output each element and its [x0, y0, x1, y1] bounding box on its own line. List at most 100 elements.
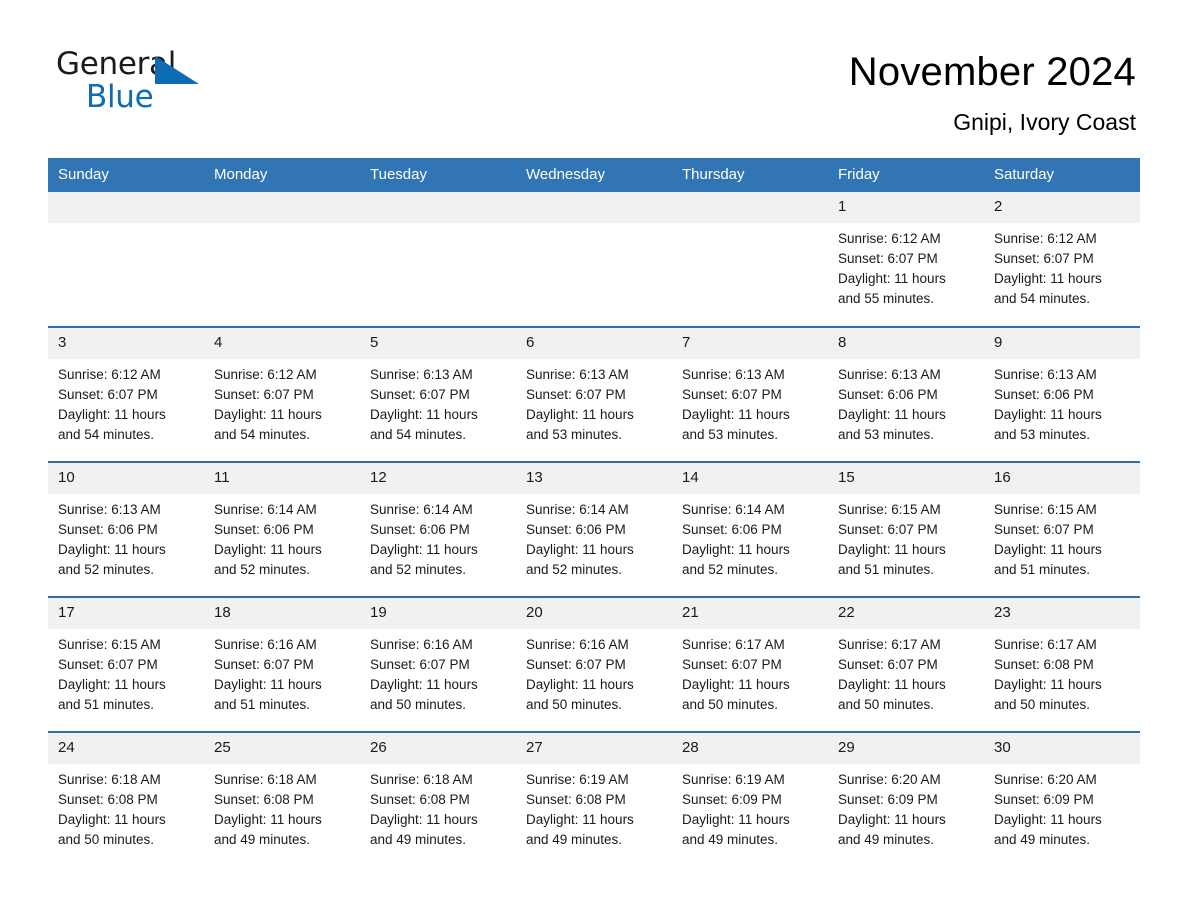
daylight-duration-line-1: Daylight: 11 hours — [682, 542, 790, 557]
daylight-duration-line-2: and 49 minutes. — [214, 832, 311, 847]
day-details: Sunrise: 6:17 AM Sunset: 6:07 PM Daylight:… — [828, 629, 984, 715]
calendar-day-cell[interactable]: 18 Sunrise: 6:16 AM Sunset: 6:07 PM Dayligh… — [204, 596, 360, 732]
daylight-duration-line-1: Daylight: 11 hours — [682, 812, 790, 827]
sunset-time: Sunset: 6:07 PM — [838, 251, 938, 266]
calendar-day-cell-empty — [672, 192, 828, 327]
calendar-day-cell[interactable]: 2 Sunrise: 6:12 AM Sunset: 6:07 PM Daylight… — [984, 192, 1140, 327]
daylight-duration-line-2: and 51 minutes. — [994, 562, 1091, 577]
calendar-day-cell[interactable]: 1 Sunrise: 6:12 AM Sunset: 6:07 PM Daylight… — [828, 192, 984, 327]
day-number: 20 — [516, 598, 672, 629]
daylight-duration-line-2: and 55 minutes. — [838, 291, 935, 306]
sunrise-time: Sunrise: 6:13 AM — [682, 367, 785, 382]
sunset-time: Sunset: 6:08 PM — [370, 792, 470, 807]
day-number: 3 — [48, 328, 204, 359]
calendar-day-cell[interactable]: 9 Sunrise: 6:13 AM Sunset: 6:06 PM Daylight… — [984, 326, 1140, 462]
calendar-day-cell[interactable]: 27 Sunrise: 6:19 AM Sunset: 6:08 PM Dayligh… — [516, 731, 672, 867]
calendar-day-cell[interactable]: 13 Sunrise: 6:14 AM Sunset: 6:06 PM Dayligh… — [516, 461, 672, 597]
sunrise-time: Sunrise: 6:18 AM — [370, 772, 473, 787]
daylight-duration-line-1: Daylight: 11 hours — [58, 542, 166, 557]
daylight-duration-line-2: and 52 minutes. — [58, 562, 155, 577]
calendar-day-cell[interactable]: 3 Sunrise: 6:12 AM Sunset: 6:07 PM Daylight… — [48, 326, 204, 462]
weekday-header-wednesday: Wednesday — [516, 158, 672, 192]
sunrise-time: Sunrise: 6:16 AM — [526, 637, 629, 652]
daylight-duration-line-1: Daylight: 11 hours — [994, 542, 1102, 557]
daylight-duration-line-2: and 50 minutes. — [994, 697, 1091, 712]
calendar-day-cell[interactable]: 25 Sunrise: 6:18 AM Sunset: 6:08 PM Dayligh… — [204, 731, 360, 867]
calendar-day-cell[interactable]: 19 Sunrise: 6:16 AM Sunset: 6:07 PM Dayligh… — [360, 596, 516, 732]
day-number — [360, 192, 516, 223]
calendar-day-cell[interactable]: 21 Sunrise: 6:17 AM Sunset: 6:07 PM Dayligh… — [672, 596, 828, 732]
day-number — [516, 192, 672, 223]
sunset-time: Sunset: 6:07 PM — [370, 387, 470, 402]
calendar-day-cell[interactable]: 22 Sunrise: 6:17 AM Sunset: 6:07 PM Dayligh… — [828, 596, 984, 732]
calendar-day-cell[interactable]: 7 Sunrise: 6:13 AM Sunset: 6:07 PM Daylight… — [672, 326, 828, 462]
weekday-header-saturday: Saturday — [984, 158, 1140, 192]
daylight-duration-line-1: Daylight: 11 hours — [994, 812, 1102, 827]
calendar-day-cell[interactable]: 30 Sunrise: 6:20 AM Sunset: 6:09 PM Dayligh… — [984, 731, 1140, 867]
calendar-day-cell[interactable]: 4 Sunrise: 6:12 AM Sunset: 6:07 PM Daylight… — [204, 326, 360, 462]
day-number: 12 — [360, 463, 516, 494]
calendar-day-cell[interactable]: 24 Sunrise: 6:18 AM Sunset: 6:08 PM Dayligh… — [48, 731, 204, 867]
day-number: 25 — [204, 733, 360, 764]
calendar-day-cell[interactable]: 14 Sunrise: 6:14 AM Sunset: 6:06 PM Dayligh… — [672, 461, 828, 597]
triangle-icon — [155, 56, 199, 84]
day-details: Sunrise: 6:12 AM Sunset: 6:07 PM Daylight:… — [828, 223, 984, 309]
calendar-week-row: 17 Sunrise: 6:15 AM Sunset: 6:07 PM Dayligh… — [48, 596, 1140, 732]
general-blue-logo[interactable]: General Blue — [56, 46, 206, 120]
day-details: Sunrise: 6:14 AM Sunset: 6:06 PM Daylight:… — [672, 494, 828, 580]
daylight-duration-line-1: Daylight: 11 hours — [838, 677, 946, 692]
sunset-time: Sunset: 6:07 PM — [994, 251, 1094, 266]
calendar-day-cell[interactable]: 8 Sunrise: 6:13 AM Sunset: 6:06 PM Daylight… — [828, 326, 984, 462]
sunset-time: Sunset: 6:08 PM — [994, 657, 1094, 672]
sunset-time: Sunset: 6:07 PM — [370, 657, 470, 672]
day-details: Sunrise: 6:14 AM Sunset: 6:06 PM Daylight:… — [516, 494, 672, 580]
sunrise-time: Sunrise: 6:19 AM — [526, 772, 629, 787]
daylight-duration-line-1: Daylight: 11 hours — [214, 677, 322, 692]
sunset-time: Sunset: 6:09 PM — [682, 792, 782, 807]
calendar-day-cell[interactable]: 28 Sunrise: 6:19 AM Sunset: 6:09 PM Dayligh… — [672, 731, 828, 867]
calendar-day-cell[interactable]: 10 Sunrise: 6:13 AM Sunset: 6:06 PM Dayligh… — [48, 461, 204, 597]
day-details: Sunrise: 6:12 AM Sunset: 6:07 PM Daylight:… — [984, 223, 1140, 309]
sunrise-time: Sunrise: 6:13 AM — [994, 367, 1097, 382]
day-details: Sunrise: 6:13 AM Sunset: 6:06 PM Daylight:… — [828, 359, 984, 445]
day-number: 26 — [360, 733, 516, 764]
calendar-day-cell[interactable]: 15 Sunrise: 6:15 AM Sunset: 6:07 PM Dayligh… — [828, 461, 984, 597]
sunrise-time: Sunrise: 6:13 AM — [526, 367, 629, 382]
sunset-time: Sunset: 6:07 PM — [526, 657, 626, 672]
calendar-day-cell[interactable]: 26 Sunrise: 6:18 AM Sunset: 6:08 PM Dayligh… — [360, 731, 516, 867]
calendar-day-cell[interactable]: 23 Sunrise: 6:17 AM Sunset: 6:08 PM Dayligh… — [984, 596, 1140, 732]
calendar-day-cell[interactable]: 29 Sunrise: 6:20 AM Sunset: 6:09 PM Dayligh… — [828, 731, 984, 867]
weekday-header-sunday: Sunday — [48, 158, 204, 192]
calendar-day-cell[interactable]: 6 Sunrise: 6:13 AM Sunset: 6:07 PM Daylight… — [516, 326, 672, 462]
daylight-duration-line-2: and 51 minutes. — [58, 697, 155, 712]
daylight-duration-line-2: and 49 minutes. — [838, 832, 935, 847]
day-number: 28 — [672, 733, 828, 764]
calendar-day-cell-empty — [48, 192, 204, 327]
day-details: Sunrise: 6:12 AM Sunset: 6:07 PM Daylight:… — [48, 359, 204, 445]
sunset-time: Sunset: 6:08 PM — [214, 792, 314, 807]
sunrise-time: Sunrise: 6:12 AM — [214, 367, 317, 382]
day-number: 29 — [828, 733, 984, 764]
calendar-day-cell[interactable]: 11 Sunrise: 6:14 AM Sunset: 6:06 PM Dayligh… — [204, 461, 360, 597]
day-number: 6 — [516, 328, 672, 359]
calendar-body: 1 Sunrise: 6:12 AM Sunset: 6:07 PM Daylight… — [48, 192, 1140, 867]
daylight-duration-line-1: Daylight: 11 hours — [370, 407, 478, 422]
sunset-time: Sunset: 6:07 PM — [994, 522, 1094, 537]
daylight-duration-line-2: and 50 minutes. — [682, 697, 779, 712]
daylight-duration-line-2: and 54 minutes. — [370, 427, 467, 442]
day-number — [204, 192, 360, 223]
calendar-day-cell[interactable]: 5 Sunrise: 6:13 AM Sunset: 6:07 PM Daylight… — [360, 326, 516, 462]
calendar-day-cell[interactable]: 17 Sunrise: 6:15 AM Sunset: 6:07 PM Dayligh… — [48, 596, 204, 732]
calendar-day-cell[interactable]: 16 Sunrise: 6:15 AM Sunset: 6:07 PM Dayligh… — [984, 461, 1140, 597]
calendar-day-cell[interactable]: 12 Sunrise: 6:14 AM Sunset: 6:06 PM Dayligh… — [360, 461, 516, 597]
calendar-day-cell[interactable]: 20 Sunrise: 6:16 AM Sunset: 6:07 PM Dayligh… — [516, 596, 672, 732]
weekday-header-friday: Friday — [828, 158, 984, 192]
daylight-duration-line-1: Daylight: 11 hours — [838, 407, 946, 422]
day-details: Sunrise: 6:14 AM Sunset: 6:06 PM Daylight:… — [360, 494, 516, 580]
daylight-duration-line-1: Daylight: 11 hours — [370, 812, 478, 827]
daylight-duration-line-2: and 54 minutes. — [58, 427, 155, 442]
day-number: 27 — [516, 733, 672, 764]
sunrise-time: Sunrise: 6:20 AM — [838, 772, 941, 787]
sunset-time: Sunset: 6:07 PM — [682, 387, 782, 402]
daylight-duration-line-1: Daylight: 11 hours — [994, 407, 1102, 422]
